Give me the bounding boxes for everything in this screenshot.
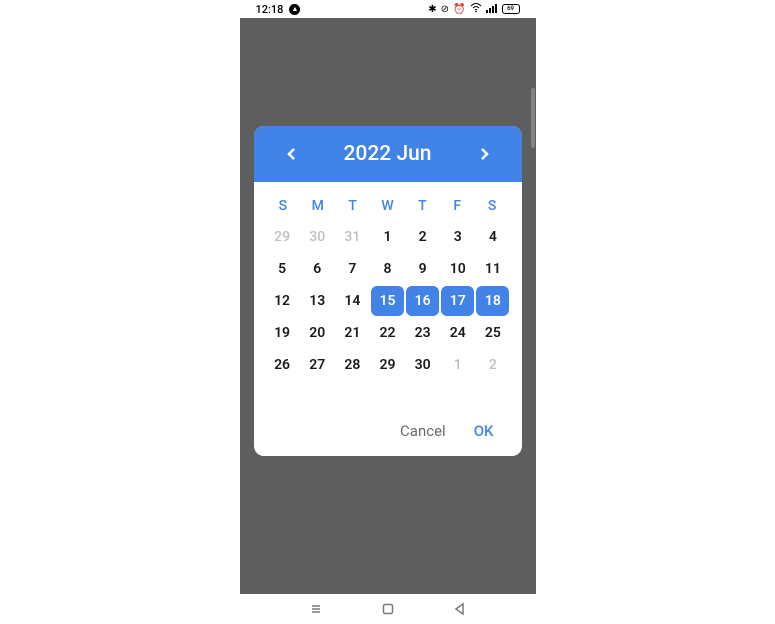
- day-cell[interactable]: 2: [476, 350, 509, 380]
- status-bar: 12:18 ▲ ✱ ⊘ ⏰ 69: [240, 0, 536, 18]
- day-cell[interactable]: 5: [266, 254, 299, 284]
- bluetooth-icon: ✱: [428, 4, 436, 15]
- day-cell[interactable]: 22: [371, 318, 404, 348]
- day-cell[interactable]: 12: [266, 286, 299, 316]
- day-cell[interactable]: 26: [266, 350, 299, 380]
- cancel-button[interactable]: Cancel: [400, 422, 446, 440]
- day-cell[interactable]: 30: [301, 222, 334, 252]
- navigation-bar: [240, 594, 536, 624]
- status-right: ✱ ⊘ ⏰ 69: [428, 3, 519, 16]
- content-area: 2022 Jun SMTWTFS 29303112345678910111213…: [240, 18, 536, 594]
- status-left: 12:18 ▲: [256, 3, 301, 16]
- days-grid: 2930311234567891011121314151617181920212…: [266, 222, 510, 380]
- chevron-left-icon: [286, 146, 298, 162]
- day-cell[interactable]: 21: [336, 318, 369, 348]
- day-cell[interactable]: 29: [266, 222, 299, 252]
- square-icon: [381, 602, 395, 616]
- back-triangle-icon: [453, 602, 467, 616]
- weekday-header: W: [370, 190, 405, 222]
- day-cell[interactable]: 28: [336, 350, 369, 380]
- day-cell[interactable]: 3: [441, 222, 474, 252]
- day-cell[interactable]: 6: [301, 254, 334, 284]
- day-cell[interactable]: 9: [406, 254, 439, 284]
- wifi-icon: [470, 3, 482, 16]
- day-cell[interactable]: 2: [406, 222, 439, 252]
- day-cell[interactable]: 1: [371, 222, 404, 252]
- day-cell[interactable]: 10: [441, 254, 474, 284]
- day-cell[interactable]: 13: [301, 286, 334, 316]
- chevron-right-icon: [478, 146, 490, 162]
- dnd-icon: ⊘: [441, 4, 449, 15]
- status-time: 12:18: [256, 3, 284, 16]
- calendar-title[interactable]: 2022 Jun: [344, 142, 432, 166]
- day-cell[interactable]: 30: [406, 350, 439, 380]
- day-cell[interactable]: 19: [266, 318, 299, 348]
- signal-icon: [486, 3, 498, 16]
- day-cell[interactable]: 4: [476, 222, 509, 252]
- weekday-header: T: [335, 190, 370, 222]
- day-cell[interactable]: 24: [441, 318, 474, 348]
- day-cell[interactable]: 7: [336, 254, 369, 284]
- recent-apps-button[interactable]: [308, 601, 324, 617]
- menu-icon: [309, 602, 323, 616]
- weekday-header: F: [440, 190, 475, 222]
- weekday-header: T: [405, 190, 440, 222]
- day-cell[interactable]: 11: [476, 254, 509, 284]
- prev-month-button[interactable]: [282, 144, 302, 164]
- alarm-icon: ⏰: [453, 4, 465, 15]
- calendar-header: 2022 Jun: [254, 126, 522, 182]
- day-cell[interactable]: 15: [371, 286, 404, 316]
- calendar-body: SMTWTFS 29303112345678910111213141516171…: [254, 182, 522, 380]
- day-cell[interactable]: 27: [301, 350, 334, 380]
- dialog-actions: Cancel OK: [254, 404, 522, 456]
- phone-screen: 12:18 ▲ ✱ ⊘ ⏰ 69 2022 Jun: [240, 0, 536, 624]
- weekday-header: S: [266, 190, 301, 222]
- day-cell[interactable]: 23: [406, 318, 439, 348]
- status-app-icon: ▲: [289, 4, 300, 15]
- weekday-header: M: [300, 190, 335, 222]
- day-cell[interactable]: 17: [441, 286, 474, 316]
- day-cell[interactable]: 8: [371, 254, 404, 284]
- day-cell[interactable]: 31: [336, 222, 369, 252]
- day-cell[interactable]: 16: [406, 286, 439, 316]
- weekday-header: S: [475, 190, 510, 222]
- day-cell[interactable]: 29: [371, 350, 404, 380]
- weekdays-row: SMTWTFS: [266, 190, 510, 222]
- home-button[interactable]: [380, 601, 396, 617]
- battery-icon: 69: [502, 4, 520, 14]
- day-cell[interactable]: 14: [336, 286, 369, 316]
- day-cell[interactable]: 20: [301, 318, 334, 348]
- day-cell[interactable]: 1: [441, 350, 474, 380]
- scroll-indicator[interactable]: [531, 88, 535, 148]
- back-button[interactable]: [452, 601, 468, 617]
- day-cell[interactable]: 25: [476, 318, 509, 348]
- day-cell[interactable]: 18: [476, 286, 509, 316]
- next-month-button[interactable]: [474, 144, 494, 164]
- ok-button[interactable]: OK: [474, 422, 494, 440]
- calendar-dialog: 2022 Jun SMTWTFS 29303112345678910111213…: [254, 126, 522, 456]
